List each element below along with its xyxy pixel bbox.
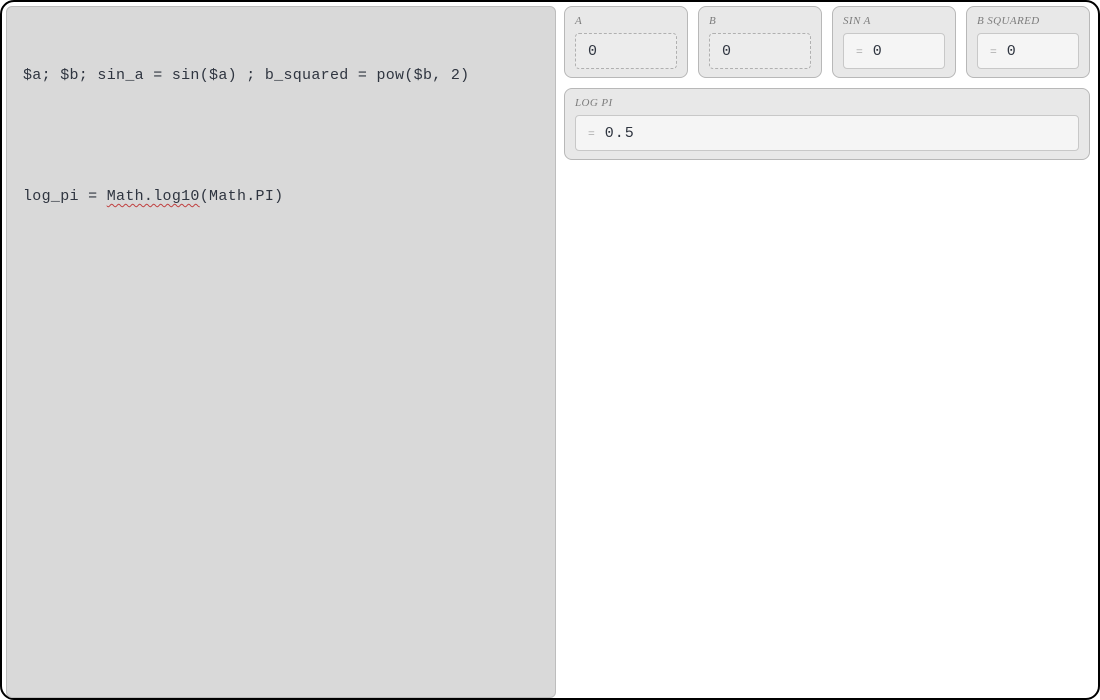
card-label: B SQUARED (977, 15, 1079, 27)
output-log-pi: = 0.5 (575, 115, 1079, 151)
card-label: A (575, 15, 677, 27)
code-line-1: $a; $b; sin_a = sin($a) ; b_squared = po… (23, 66, 539, 86)
code-line-2: log_pi = Math.log10(Math.PI) (23, 187, 539, 207)
value-text: 0.5 (605, 125, 635, 142)
code-content[interactable]: $a; $b; sin_a = sin($a) ; b_squared = po… (23, 25, 539, 248)
results-row-2: LOG PI = 0.5 (564, 88, 1090, 160)
output-sin-a: = 0 (843, 33, 945, 69)
value-text: 0 (873, 43, 883, 60)
card-b: B 0 (698, 6, 822, 78)
card-sin-a: SIN A = 0 (832, 6, 956, 78)
value-text: 0 (722, 43, 732, 60)
card-log-pi: LOG PI = 0.5 (564, 88, 1090, 160)
results-panel: A 0 B 0 SIN A = 0 B SQUARED = 0 (560, 2, 1098, 698)
code-blank-line (23, 126, 539, 146)
card-label: B (709, 15, 811, 27)
input-b[interactable]: 0 (709, 33, 811, 69)
card-label: LOG PI (575, 97, 1079, 109)
equals-icon: = (990, 44, 997, 59)
equals-icon: = (588, 126, 595, 141)
spellcheck-squiggle: Math.log10 (107, 188, 200, 205)
results-row-1: A 0 B 0 SIN A = 0 B SQUARED = 0 (564, 6, 1090, 78)
card-label: SIN A (843, 15, 945, 27)
output-b-squared: = 0 (977, 33, 1079, 69)
card-a: A 0 (564, 6, 688, 78)
value-text: 0 (588, 43, 598, 60)
equals-icon: = (856, 44, 863, 59)
value-text: 0 (1007, 43, 1017, 60)
input-a[interactable]: 0 (575, 33, 677, 69)
code-editor[interactable]: $a; $b; sin_a = sin($a) ; b_squared = po… (6, 6, 556, 698)
card-b-squared: B SQUARED = 0 (966, 6, 1090, 78)
